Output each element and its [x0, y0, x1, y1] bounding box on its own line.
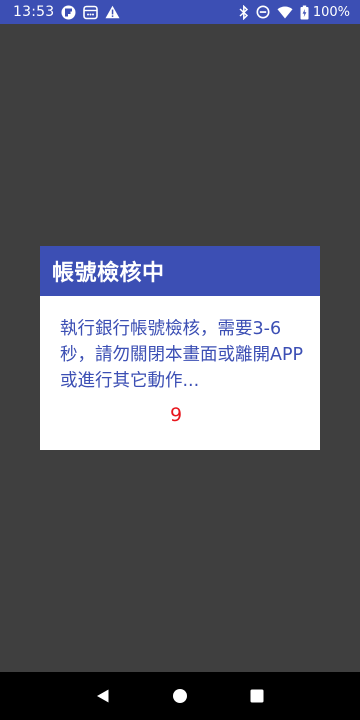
media-icon	[83, 5, 99, 20]
wifi-icon	[277, 6, 293, 19]
flipboard-icon	[61, 5, 76, 20]
home-icon	[172, 689, 187, 703]
back-icon	[96, 689, 109, 703]
dialog-title: 帳號檢核中	[52, 261, 165, 286]
battery-icon	[300, 5, 309, 20]
status-time: 13:53	[13, 4, 55, 20]
dialog-header: 帳號檢核中	[40, 246, 320, 296]
status-bar-right: 100%	[239, 4, 350, 20]
verification-dialog: 帳號檢核中 執行銀行帳號檢核，需要3-6秒，請勿關閉本畫面或離開APP或進行其它…	[40, 246, 320, 450]
back-button[interactable]	[87, 680, 119, 712]
warning-icon	[105, 5, 120, 19]
navigation-bar	[0, 672, 360, 720]
recents-icon	[250, 689, 264, 703]
home-button[interactable]	[164, 680, 196, 712]
bluetooth-icon	[239, 4, 249, 20]
do-not-disturb-icon	[256, 5, 270, 19]
status-bar-left: 13:53	[13, 4, 120, 20]
battery-percentage: 100%	[312, 4, 350, 20]
status-bar: 13:53 100%	[0, 0, 360, 24]
recents-button[interactable]	[241, 680, 273, 712]
dialog-message: 執行銀行帳號檢核，需要3-6秒，請勿關閉本畫面或離開APP或進行其它動作...	[60, 319, 304, 391]
countdown-value: 9	[169, 404, 183, 426]
